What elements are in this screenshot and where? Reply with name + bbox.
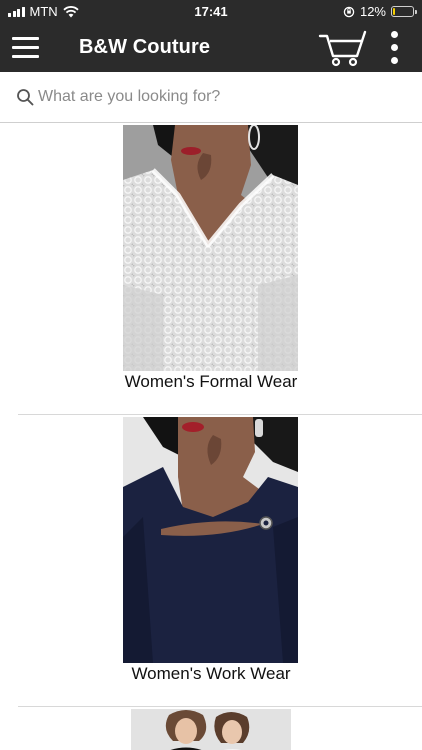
battery-percent: 12% bbox=[359, 4, 386, 19]
category-card-work-wear[interactable]: Women's Work Wear bbox=[0, 415, 422, 707]
work-wear-image bbox=[123, 417, 298, 663]
battery-icon bbox=[391, 6, 417, 17]
status-right: 12% bbox=[343, 4, 417, 19]
orientation-lock-icon bbox=[343, 6, 355, 17]
app-title: B&W Couture bbox=[79, 36, 211, 58]
status-bar: MTN 17:41 12% bbox=[0, 0, 422, 24]
menu-icon bbox=[12, 37, 39, 40]
more-vertical-icon bbox=[391, 31, 398, 38]
app-header: B&W Couture bbox=[0, 24, 422, 72]
search-bar bbox=[0, 72, 422, 123]
search-icon bbox=[17, 89, 34, 106]
category-3-image bbox=[131, 709, 291, 750]
category-label: Women's Formal Wear bbox=[124, 372, 298, 391]
formal-wear-image bbox=[123, 125, 298, 371]
category-card-formal-wear[interactable]: Women's Formal Wear bbox=[0, 123, 422, 415]
cart-button[interactable] bbox=[318, 29, 368, 67]
search-input[interactable] bbox=[38, 84, 408, 110]
category-label: Women's Work Wear bbox=[131, 664, 291, 683]
cart-icon bbox=[318, 30, 367, 67]
menu-button[interactable] bbox=[12, 37, 39, 58]
category-card-3[interactable] bbox=[0, 707, 422, 750]
more-options-button[interactable] bbox=[386, 31, 404, 65]
category-list: Women's Formal Wear Women's Work Wear bbox=[0, 123, 422, 750]
